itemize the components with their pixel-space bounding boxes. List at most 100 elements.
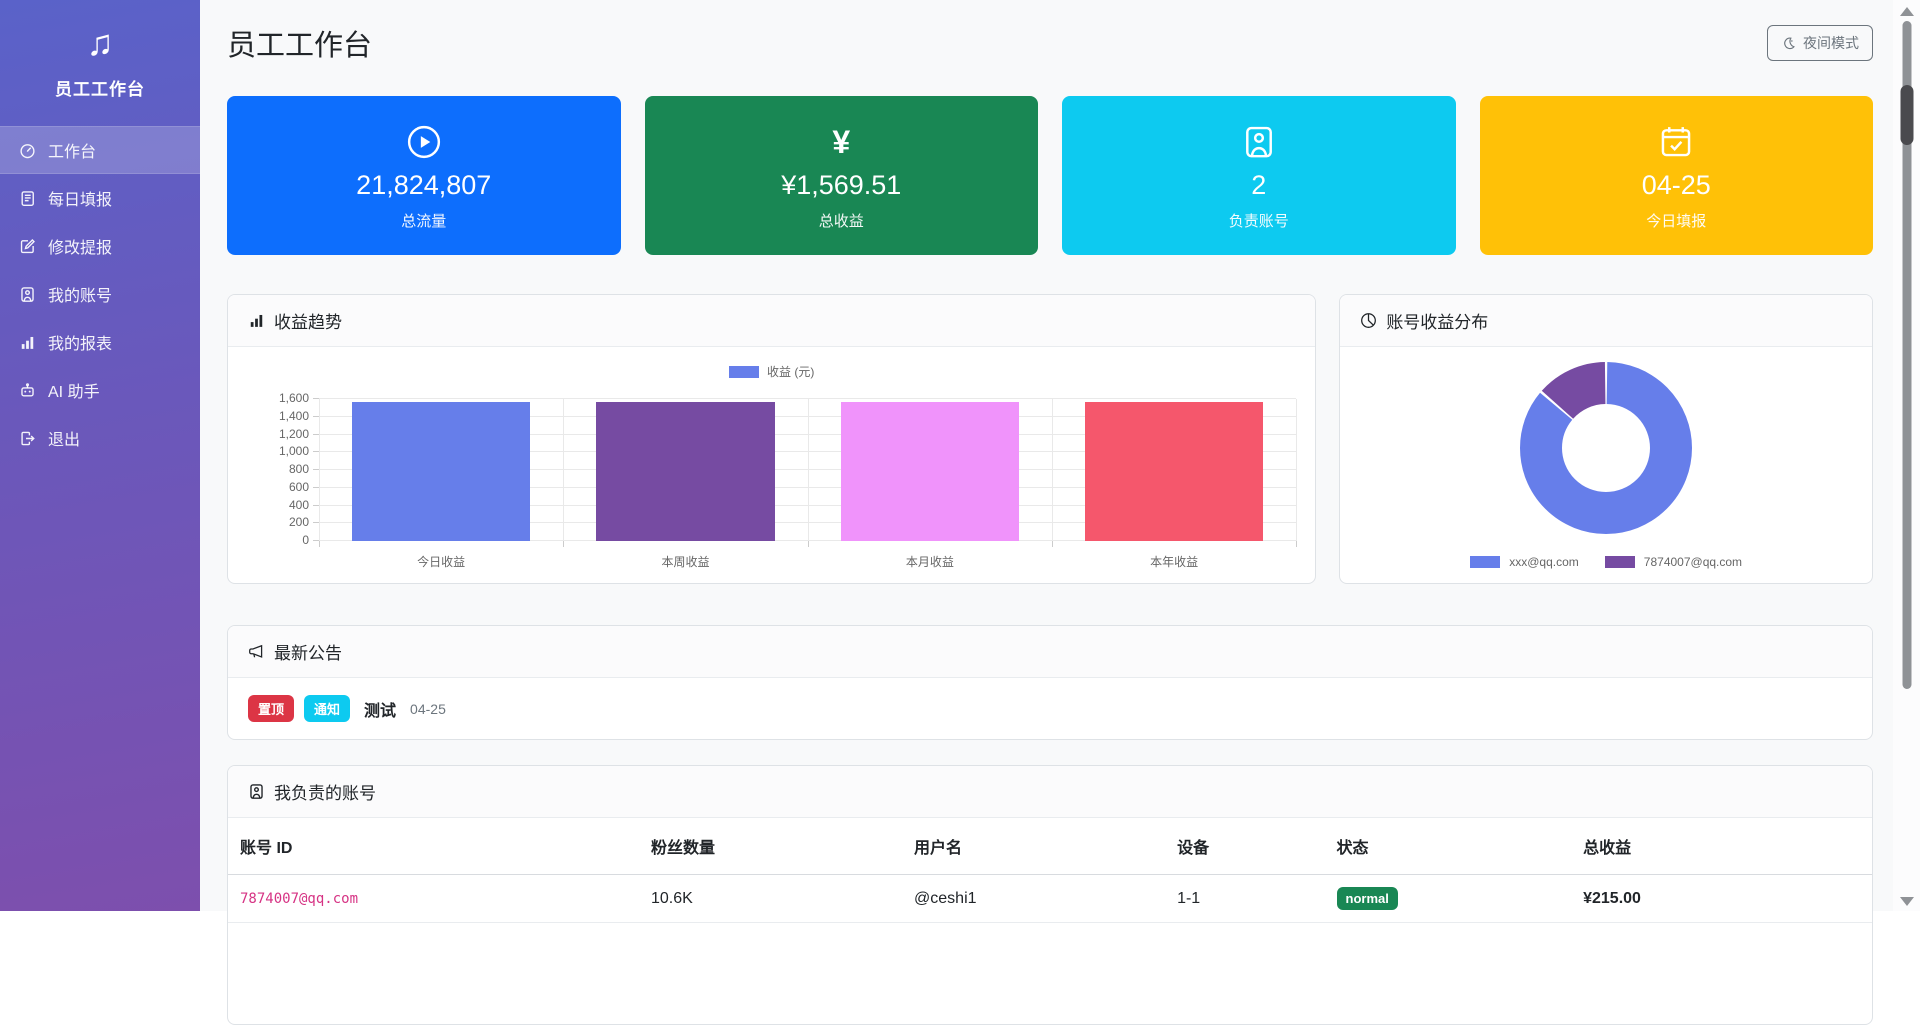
sidebar-item-label: 每日填报 <box>48 186 112 210</box>
scrollbar-thumb[interactable] <box>1900 85 1913 145</box>
page-header: 员工工作台 夜间模式 <box>227 20 1873 66</box>
announcement-title[interactable]: 测试 <box>364 697 396 721</box>
sidebar: ♫ 员工工作台 工作台 每日填报 修改提报 我的账号 我的报表 AI 助手 <box>0 0 200 911</box>
table-row[interactable]: 7874007@qq.com 10.6K @ceshi1 1-1 normal … <box>228 875 1872 923</box>
scroll-down-arrow-icon[interactable] <box>1900 897 1914 906</box>
y-tick-label: 0 <box>302 533 309 547</box>
y-tick-label: 200 <box>289 515 309 529</box>
distribution-title: 账号收益分布 <box>1386 308 1488 333</box>
stat-value: 21,824,807 <box>356 170 491 201</box>
legend-swatch <box>1605 556 1635 568</box>
revenue-trend-card: 收益趋势 收益 (元) 02004006008001,0001,2001,400… <box>227 294 1316 584</box>
status-badge: normal <box>1337 887 1398 910</box>
bar-group[interactable]: 本月收益 <box>808 399 1052 541</box>
sidebar-item-my-accounts[interactable]: 我的账号 <box>0 270 200 318</box>
stat-cards-row: 21,824,807 总流量 ¥ ¥1,569.51 总收益 2 负责账号 04… <box>227 96 1873 255</box>
sidebar-item-logout[interactable]: 退出 <box>0 414 200 462</box>
sidebar-nav: 工作台 每日填报 修改提报 我的账号 我的报表 AI 助手 退出 <box>0 126 200 462</box>
sidebar-item-edit-submission[interactable]: 修改提报 <box>0 222 200 270</box>
pinned-badge: 置顶 <box>248 695 294 722</box>
stat-card-total-revenue: ¥ ¥1,569.51 总收益 <box>645 96 1039 255</box>
x-tick <box>1052 541 1053 547</box>
fans-count: 10.6K <box>639 875 902 923</box>
account-id-link[interactable]: 7874007@qq.com <box>240 891 358 907</box>
accounts-table: 账号 ID 粉丝数量 用户名 设备 状态 总收益 7874007@qq.com … <box>228 818 1872 923</box>
bar-本周收益[interactable] <box>596 402 774 541</box>
sidebar-item-my-reports[interactable]: 我的报表 <box>0 318 200 366</box>
x-tick <box>808 541 809 547</box>
bar-group[interactable]: 本周收益 <box>563 399 807 541</box>
y-tick-label: 1,600 <box>279 391 309 405</box>
legend-swatch <box>1470 556 1500 568</box>
announcements-header: 最新公告 <box>228 626 1872 678</box>
donut-legend-item[interactable]: xxx@qq.com <box>1470 555 1579 569</box>
stat-value: 04-25 <box>1642 170 1711 201</box>
distribution-chart: xxx@qq.com 7874007@qq.com <box>1340 347 1872 584</box>
announcement-date: 04-25 <box>410 701 446 717</box>
stat-value: ¥1,569.51 <box>781 170 901 201</box>
col-status: 状态 <box>1325 818 1572 875</box>
x-category-label: 今日收益 <box>319 553 563 570</box>
music-note-icon: ♫ <box>0 24 200 62</box>
robot-icon <box>19 382 36 399</box>
megaphone-icon <box>248 643 265 660</box>
scroll-up-arrow-icon[interactable] <box>1900 7 1914 16</box>
announcements-title: 最新公告 <box>274 639 342 664</box>
bar-本月收益[interactable] <box>841 402 1019 541</box>
legend-label: 收益 (元) <box>767 363 814 380</box>
sidebar-item-label: 修改提报 <box>48 234 112 258</box>
announcement-item[interactable]: 置顶 通知 测试 04-25 <box>228 678 1872 739</box>
accounts-header: 我负责的账号 <box>228 766 1872 818</box>
sidebar-item-ai-assistant[interactable]: AI 助手 <box>0 366 200 414</box>
pie-chart-icon <box>1360 312 1377 329</box>
box-arrow-right-icon <box>19 430 36 447</box>
y-tick-label: 1,400 <box>279 409 309 423</box>
bar-今日收益[interactable] <box>352 402 530 541</box>
col-revenue: 总收益 <box>1571 818 1872 875</box>
table-header-row: 账号 ID 粉丝数量 用户名 设备 状态 总收益 <box>228 818 1872 875</box>
accounts-card: 我负责的账号 账号 ID 粉丝数量 用户名 设备 状态 总收益 7874007@ <box>227 765 1873 1025</box>
legend-label: 7874007@qq.com <box>1644 555 1742 569</box>
sidebar-item-daily-report[interactable]: 每日填报 <box>0 174 200 222</box>
stat-value: 2 <box>1251 170 1266 201</box>
donut-legend-item[interactable]: 7874007@qq.com <box>1605 555 1742 569</box>
calendar-check-icon <box>1658 123 1694 161</box>
speedometer-icon <box>19 142 36 159</box>
stat-label: 总流量 <box>401 210 446 231</box>
legend-swatch <box>729 366 759 378</box>
x-tick <box>319 541 320 547</box>
charts-row: 收益趋势 收益 (元) 02004006008001,0001,2001,400… <box>227 294 1873 584</box>
col-device: 设备 <box>1165 818 1324 875</box>
x-category-label: 本年收益 <box>1052 553 1296 570</box>
stat-card-managed-accounts: 2 负责账号 <box>1062 96 1456 255</box>
vertical-scrollbar[interactable] <box>1893 0 1920 911</box>
revenue-trend-chart: 收益 (元) 02004006008001,0001,2001,4001,600… <box>228 347 1315 584</box>
night-mode-button[interactable]: 夜间模式 <box>1767 25 1873 61</box>
person-badge-icon <box>19 286 36 303</box>
account-revenue: ¥215.00 <box>1571 875 1872 923</box>
yen-icon: ¥ <box>832 123 850 161</box>
stat-card-total-traffic: 21,824,807 总流量 <box>227 96 621 255</box>
sidebar-app-title: 员工工作台 <box>0 75 200 100</box>
moon-stars-icon <box>1781 36 1796 51</box>
sidebar-logo-block: ♫ 员工工作台 <box>0 0 200 100</box>
notice-badge: 通知 <box>304 695 350 722</box>
journal-text-icon <box>19 190 36 207</box>
donut-legend[interactable]: xxx@qq.com 7874007@qq.com <box>1340 555 1872 569</box>
bar-本年收益[interactable] <box>1085 402 1263 541</box>
main-content: 员工工作台 夜间模式 21,824,807 总流量 ¥ ¥1,569.51 总收… <box>200 0 1893 911</box>
bar-group[interactable]: 本年收益 <box>1052 399 1296 541</box>
play-circle-icon <box>406 123 442 161</box>
bar-chart-plot-area: 02004006008001,0001,2001,4001,600今日收益本周收… <box>319 399 1296 541</box>
announcements-card: 最新公告 置顶 通知 测试 04-25 <box>227 625 1873 740</box>
col-username: 用户名 <box>902 818 1165 875</box>
bar-group[interactable]: 今日收益 <box>319 399 563 541</box>
distribution-header: 账号收益分布 <box>1340 295 1872 347</box>
y-tick-label: 1,200 <box>279 427 309 441</box>
sidebar-item-label: 我的报表 <box>48 330 112 354</box>
sidebar-item-label: 我的账号 <box>48 282 112 306</box>
bar-chart-legend[interactable]: 收益 (元) <box>228 363 1315 380</box>
sidebar-item-workbench[interactable]: 工作台 <box>0 126 200 174</box>
donut-chart <box>1520 362 1692 534</box>
stat-label: 总收益 <box>819 210 864 231</box>
